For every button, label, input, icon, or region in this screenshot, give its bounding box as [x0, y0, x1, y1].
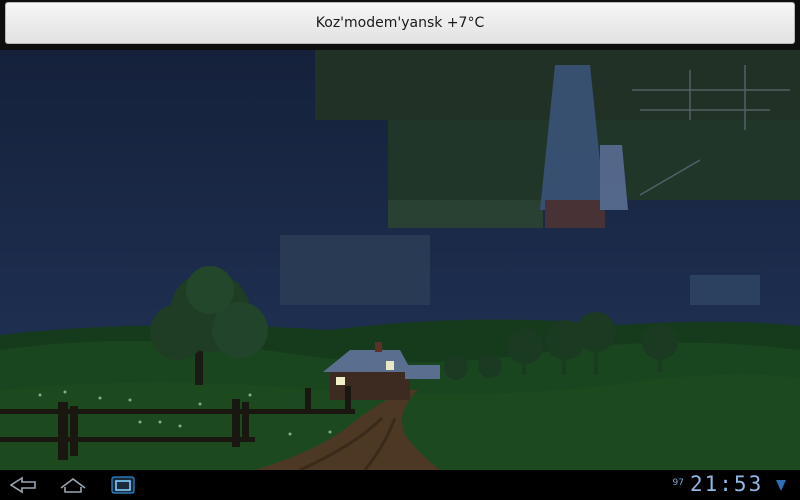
battery-level: 97	[672, 478, 684, 488]
home-button[interactable]	[50, 473, 96, 497]
title-bar: Koz'modem'yansk +7°C	[0, 0, 800, 50]
weather-scene	[0, 50, 800, 470]
weather-title: Koz'modem'yansk +7°C	[315, 15, 485, 31]
clock[interactable]: 21:53	[690, 472, 770, 496]
weather-location-button[interactable]: Koz'modem'yansk +7°C	[5, 2, 795, 44]
signal-icon	[776, 480, 786, 491]
back-arrow-icon	[9, 476, 36, 494]
back-button[interactable]	[0, 473, 46, 497]
recent-apps-icon	[111, 476, 135, 494]
recent-apps-button[interactable]	[100, 473, 146, 497]
home-icon	[60, 478, 86, 493]
system-navigation-bar: 97 21:53	[0, 470, 800, 500]
